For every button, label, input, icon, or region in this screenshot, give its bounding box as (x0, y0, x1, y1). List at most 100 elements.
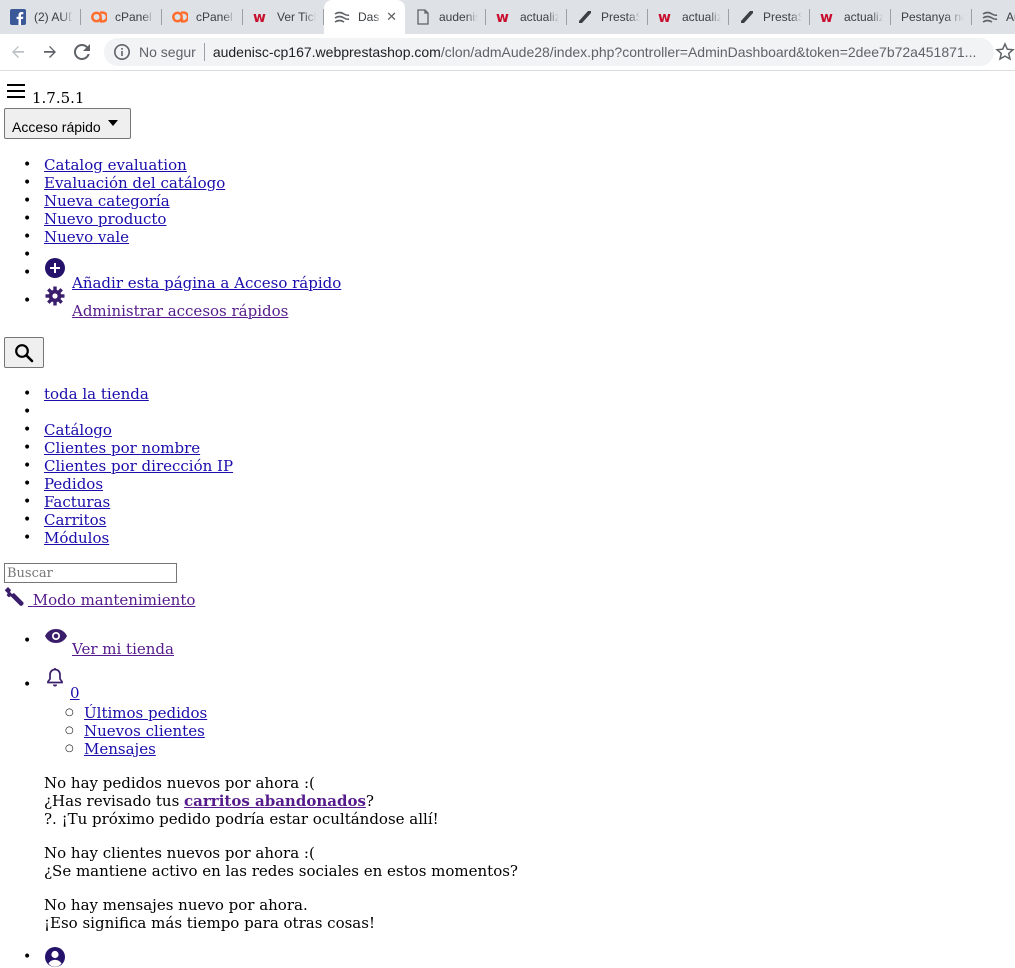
wrench-icon (4, 587, 24, 606)
browser-tab[interactable]: w Ver Tick (243, 0, 324, 34)
browser-tab[interactable]: cPanel (81, 0, 162, 34)
browser-tab-active[interactable]: Das ✕ (324, 0, 405, 34)
quick-access-link-nuevo-producto[interactable]: Nuevo producto (44, 210, 166, 228)
bookmark-star-icon[interactable] (995, 42, 1015, 62)
search-icon (15, 343, 34, 362)
search-scope-invoices[interactable]: Facturas (44, 493, 110, 511)
employee-menu-toggle[interactable] (44, 947, 68, 967)
caret-down-icon (108, 120, 118, 126)
messages-empty-line-1: No hay mensajes nuevo por ahora. (44, 896, 308, 914)
svg-text:w: w (820, 10, 833, 25)
notifications-panel: No hay pedidos nuevos por ahora :( ¿Has … (44, 774, 518, 932)
header-actions-list: Ver mi tienda 0 Últimos pedidos Nuevos c… (23, 629, 518, 967)
search-button[interactable] (4, 337, 44, 368)
messages-empty-line-2: ¡Eso significa más tiempo para otras cos… (44, 914, 375, 932)
quick-access-item: Añadir esta página a Acceso rápido (23, 258, 341, 292)
browser-tab[interactable]: Au (972, 0, 1015, 34)
file-icon (415, 9, 431, 25)
search-input[interactable] (4, 563, 177, 583)
browser-tab[interactable]: PrestaS (567, 0, 648, 34)
quick-access-button[interactable]: Acceso rápido (4, 108, 131, 139)
tab-messages[interactable]: Mensajes (84, 740, 156, 758)
gear-icon (45, 286, 65, 306)
employee-item (23, 947, 518, 967)
view-store-link[interactable]: Ver mi tienda (44, 629, 174, 658)
manage-quick-access-link[interactable]: Administrar accesos rápidos (44, 286, 289, 320)
view-store-item: Ver mi tienda (23, 629, 518, 658)
browser-tab-title: PrestaS (601, 10, 640, 24)
browser-tab-title: cPanel (115, 10, 152, 24)
reload-button[interactable] (66, 36, 98, 68)
search-scope-all-store[interactable]: toda la tienda (44, 385, 149, 403)
shop-version: 1.7.5.1 (32, 89, 85, 107)
notifications-tab: Últimos pedidos (65, 704, 518, 722)
search-scope-customers-name[interactable]: Clientes por nombre (44, 439, 200, 457)
svg-text:w: w (496, 10, 509, 25)
add-quick-access-link[interactable]: Añadir esta página a Acceso rápido (44, 258, 341, 292)
orders-empty-line-1: No hay pedidos nuevos por ahora :( (44, 774, 315, 792)
notifications-tab: Mensajes (65, 740, 518, 758)
url-host: audenisc-cp167.webprestashop.com (212, 44, 441, 60)
search-scope-customers-ip[interactable]: Clientes por dirección IP (44, 457, 233, 475)
search-scope-item: toda la tienda (23, 385, 233, 403)
browser-tab-title: audenis (439, 10, 478, 24)
browser-tab[interactable]: (2) AUD (0, 0, 81, 34)
manage-quick-access-label: Administrar accesos rápidos (72, 302, 289, 320)
zendesk-icon (577, 9, 593, 25)
cpanel-icon (172, 9, 188, 25)
plus-circle-icon (45, 258, 65, 278)
notifications-item: 0 Últimos pedidos Nuevos clientes Mensaj… (23, 668, 518, 932)
maintenance-mode-label: Modo mantenimiento (32, 591, 196, 609)
quick-access-item: Evaluación del catálogo (23, 174, 341, 192)
notifications-toggle[interactable]: 0 (44, 668, 80, 702)
close-tab-icon[interactable]: ✕ (386, 9, 397, 25)
quick-access-link-nueva-categoria[interactable]: Nueva categoría (44, 192, 170, 210)
search-scope-item: Facturas (23, 493, 233, 511)
quick-access-list: Catalog evaluation Evaluación del catálo… (23, 156, 341, 320)
customers-empty-line-1: No hay clientes nuevos por ahora :( (44, 844, 315, 862)
search-scope-item: Módulos (23, 529, 233, 547)
browser-tab[interactable]: w actualiz (810, 0, 891, 34)
browser-tab-title: Pestanya no (901, 10, 964, 24)
browser-tab[interactable]: audenis (405, 0, 486, 34)
tab-latest-orders[interactable]: Últimos pedidos (84, 704, 207, 722)
url-path: /clon/admAude28/index.php?controller=Adm… (440, 44, 977, 60)
abandoned-carts-link[interactable]: carritos abandonados (184, 792, 366, 810)
search-scope-divider (23, 403, 233, 421)
maintenance-mode-link[interactable]: Modo mantenimiento (4, 586, 195, 609)
forward-arrow-icon (44, 46, 56, 58)
quick-access-item: Nuevo vale (23, 228, 341, 246)
zendesk-icon (739, 9, 755, 25)
webhosting-icon: w (253, 9, 269, 25)
search-scope-modules[interactable]: Módulos (44, 529, 109, 547)
search-scope-catalog[interactable]: Catálogo (44, 421, 112, 439)
quick-access-link-nuevo-vale[interactable]: Nuevo vale (44, 228, 129, 246)
orders-empty-line-3: ?. ¡Tu próximo pedido podría estar ocult… (44, 810, 439, 828)
svg-text:w: w (658, 10, 671, 25)
quick-access-item: Nuevo producto (23, 210, 341, 228)
forward-button[interactable] (34, 36, 66, 68)
search-scope-carts[interactable]: Carritos (44, 511, 106, 529)
browser-tab[interactable]: PrestaS (729, 0, 810, 34)
quick-access-item: Administrar accesos rápidos (23, 286, 341, 320)
orders-empty-post: ? (365, 792, 374, 810)
bell-icon (47, 668, 63, 687)
browser-tab-strip: (2) AUD cPanel cPanel w Ver Tick Das ✕ audenis w… (0, 0, 1015, 34)
browser-tab-title: actualiz (520, 10, 559, 24)
browser-tab[interactable]: cPanel (162, 0, 243, 34)
quick-access-item: Catalog evaluation (23, 156, 341, 174)
menu-icon[interactable] (7, 84, 25, 98)
quick-access-link-catalog-evaluation[interactable]: Catalog evaluation (44, 156, 187, 174)
search-scope-item: Catálogo (23, 421, 233, 439)
browser-tab[interactable]: w actualiz (486, 0, 567, 34)
search-scope-orders[interactable]: Pedidos (44, 475, 103, 493)
browser-tab[interactable]: w actualiz (648, 0, 729, 34)
browser-tab[interactable]: Pestanya no (891, 0, 972, 34)
quick-access-link-evaluacion-catalogo[interactable]: Evaluación del catálogo (44, 174, 225, 192)
notifications-count: 0 (70, 684, 80, 702)
browser-tab-title: cPanel (196, 10, 233, 24)
back-button[interactable] (2, 36, 34, 68)
tab-new-customers[interactable]: Nuevos clientes (84, 722, 205, 740)
address-bar[interactable]: No segur audenisc-cp167.webprestashop.co… (104, 38, 994, 66)
notifications-tab: Nuevos clientes (65, 722, 518, 740)
